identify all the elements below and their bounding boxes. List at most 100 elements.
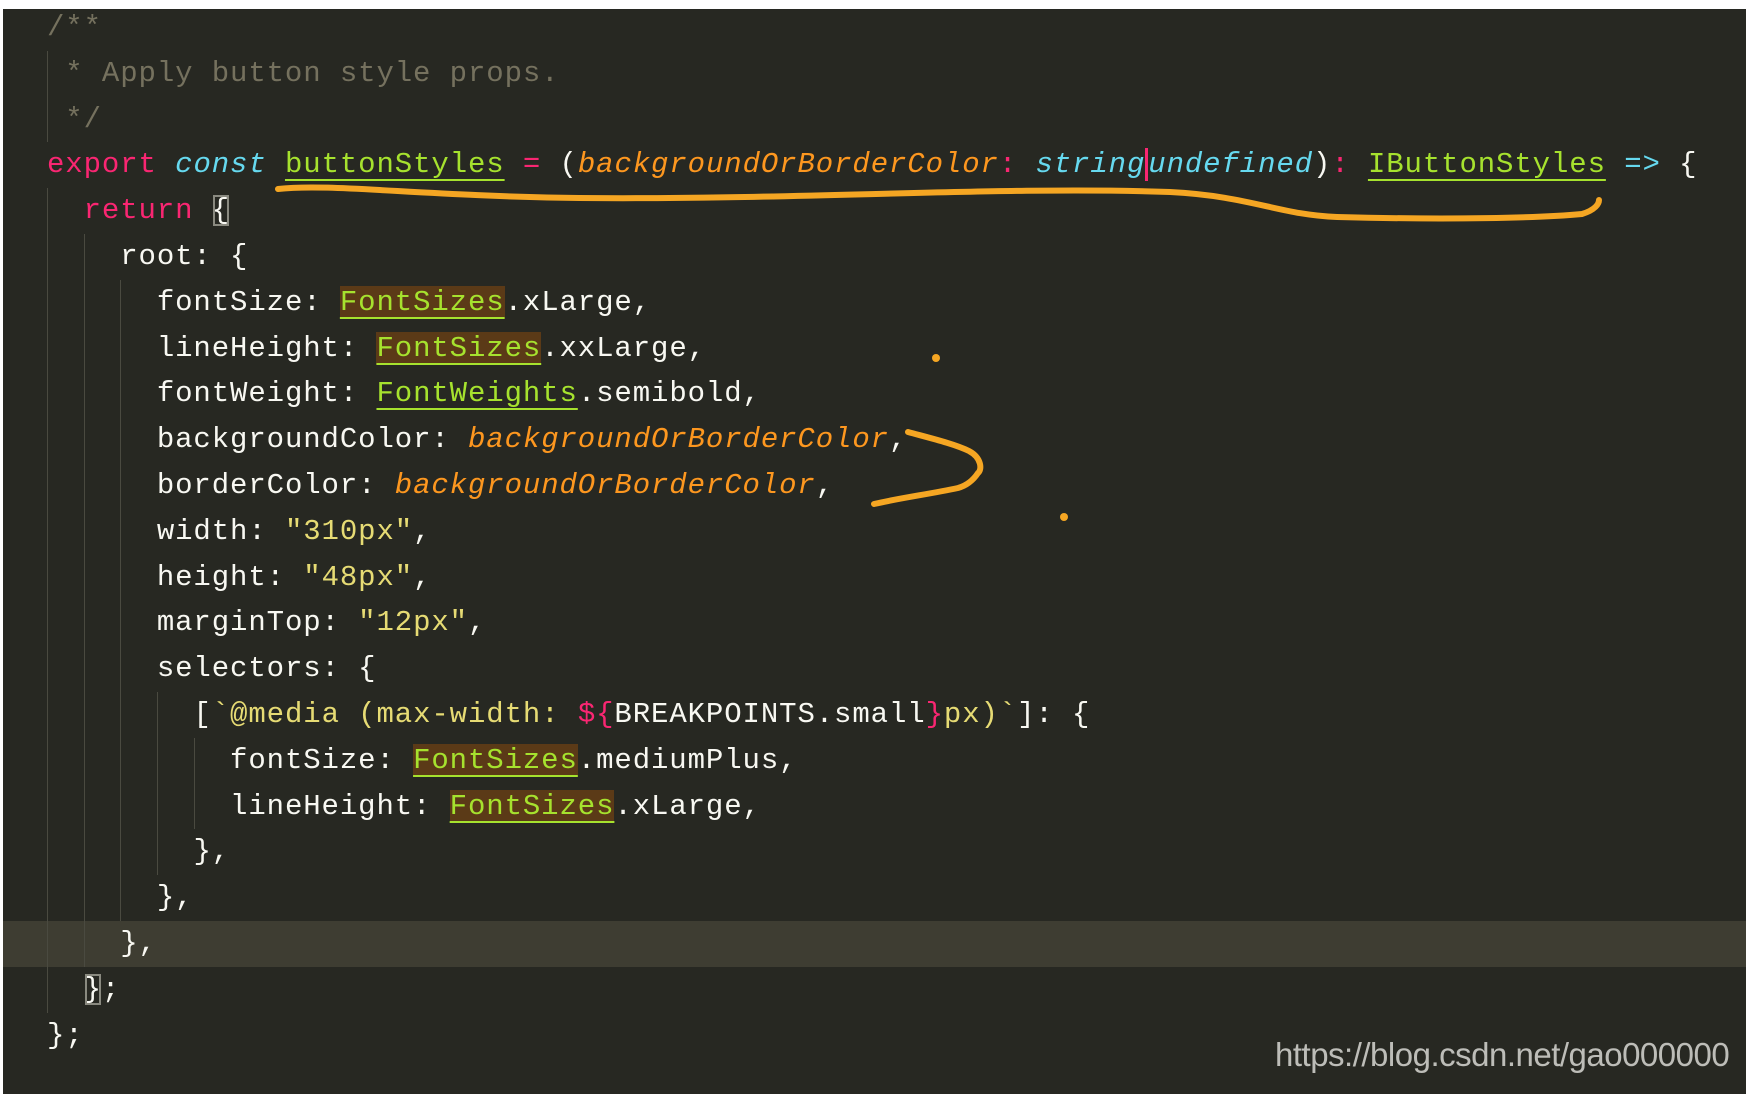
code-token: ) <box>1313 148 1332 182</box>
code-token: .xxLarge, <box>541 331 706 365</box>
indent-guide <box>120 279 122 326</box>
indent-guide <box>83 371 85 418</box>
code-line[interactable]: selectors: { <box>47 646 1746 692</box>
indent-guide <box>157 737 159 784</box>
code-line[interactable]: lineHeight: FontSizes.xxLarge, <box>47 325 1746 372</box>
code-token: fontSize: <box>156 285 340 319</box>
code-token: , <box>468 606 487 640</box>
code-token: */ <box>47 102 102 136</box>
code-line[interactable]: return { <box>47 188 1746 234</box>
code-token: backgroundOrBorderColor <box>394 468 816 502</box>
code-token: lineHeight: <box>156 331 377 365</box>
code-lines[interactable]: /** * Apply button style props. */ export… <box>3 9 1746 1058</box>
code-token: .mediumPlus, <box>577 743 798 777</box>
code-token: ( <box>541 148 578 182</box>
indent-guide <box>47 783 48 830</box>
code-line[interactable]: }, <box>47 829 1746 876</box>
indent-guide <box>47 737 48 784</box>
code-line[interactable]: export const buttonStyles = (backgroundO… <box>47 142 1746 188</box>
code-token: borderColor: <box>156 468 395 502</box>
code-line[interactable]: fontSize: FontSizes.xLarge, <box>47 279 1746 326</box>
indent-guide <box>83 920 85 967</box>
code-token: `@media (max-width: <box>211 697 578 731</box>
code-token: FontWeights <box>376 377 578 411</box>
code-editor[interactable]: /** * Apply button style props. */ export… <box>3 9 1746 1094</box>
indent-guide <box>47 50 48 97</box>
indent-guide <box>47 920 48 967</box>
code-token: IButtonStyles <box>1367 148 1606 182</box>
indent-guide <box>157 829 159 876</box>
indent-guide <box>83 554 85 601</box>
code-line[interactable]: fontSize: FontSizes.mediumPlus, <box>47 737 1746 784</box>
code-token: "310px" <box>284 514 414 548</box>
indent-guide <box>120 417 122 463</box>
code-line[interactable]: backgroundColor: backgroundOrBorderColor… <box>47 417 1746 463</box>
code-token: "12px" <box>358 606 468 640</box>
code-token: buttonStyles <box>284 148 505 182</box>
code-line[interactable]: width: "310px", <box>47 508 1746 555</box>
code-token: = <box>522 148 542 182</box>
indent-guide <box>120 783 122 830</box>
code-line[interactable]: [`@media (max-width: ${BREAKPOINTS.small… <box>47 691 1746 738</box>
code-line[interactable]: * Apply button style props. <box>47 50 1746 97</box>
indent-guide <box>47 233 48 280</box>
indent-guide <box>83 417 85 463</box>
code-token: export <box>47 148 157 182</box>
code-line[interactable]: height: "48px", <box>47 554 1746 601</box>
code-line[interactable]: root: { <box>47 233 1746 280</box>
code-token: , <box>413 560 432 594</box>
code-token: } <box>83 972 102 1006</box>
code-token: undefined <box>1145 148 1313 182</box>
code-token: => <box>1624 148 1661 182</box>
code-token: } <box>925 697 944 731</box>
code-token: fontSize: <box>230 743 414 777</box>
indent-guide <box>83 875 85 921</box>
indent-guide <box>120 829 122 876</box>
code-token: }, <box>156 881 194 915</box>
indent-guide <box>47 417 48 463</box>
indent-guide <box>47 646 48 692</box>
indent-guide <box>193 783 195 830</box>
indent-guide <box>83 737 85 784</box>
code-line[interactable]: borderColor: backgroundOrBorderColor, <box>47 462 1746 509</box>
code-token: selectors: { <box>156 652 377 686</box>
code-token: .xLarge, <box>504 285 652 319</box>
indent-guide <box>47 966 48 1013</box>
indent-guide <box>83 646 85 692</box>
code-token: ]: { <box>1017 697 1091 731</box>
code-token: ; <box>101 972 121 1006</box>
code-line[interactable]: marginTop: "12px", <box>47 600 1746 647</box>
code-line[interactable]: lineHeight: FontSizes.xLarge, <box>47 783 1746 830</box>
indent-guide <box>83 279 85 326</box>
code-line[interactable]: /** <box>47 9 1746 51</box>
indent-guide <box>47 279 48 326</box>
code-line[interactable]: */ <box>47 96 1746 143</box>
indent-guide <box>83 325 85 372</box>
code-line[interactable]: }; <box>47 966 1746 1013</box>
code-token: BREAKPOINTS.small <box>614 697 926 731</box>
code-token: , <box>815 468 835 502</box>
indent-guide <box>83 783 85 830</box>
code-line[interactable]: fontWeight: FontWeights.semibold, <box>47 371 1746 418</box>
code-line[interactable]: }, <box>3 920 1746 967</box>
indent-guide <box>120 600 122 647</box>
code-token: marginTop: <box>156 606 359 640</box>
indent-guide <box>120 462 122 509</box>
code-token: }, <box>193 835 231 869</box>
code-line[interactable]: }, <box>47 875 1746 921</box>
code-token: }; <box>47 1018 84 1052</box>
